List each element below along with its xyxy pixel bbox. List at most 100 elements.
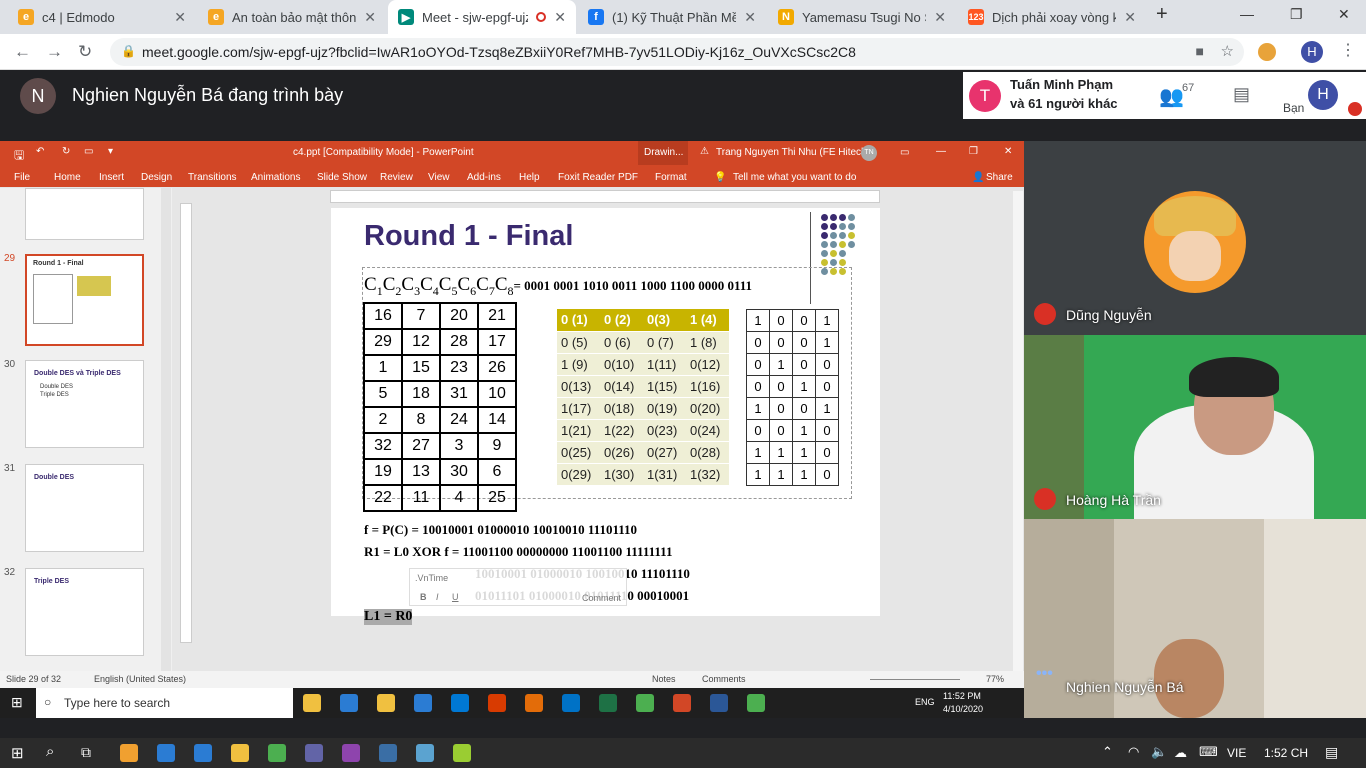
volume-icon[interactable]: 🔈 bbox=[1151, 744, 1167, 760]
slide-thumb-30[interactable]: Double DES và Triple DES Double DES Trip… bbox=[25, 360, 144, 448]
keyboard-icon[interactable]: ⌨ bbox=[1199, 744, 1218, 760]
notes-button[interactable]: Notes bbox=[652, 674, 676, 684]
extension-icon[interactable] bbox=[1258, 43, 1276, 61]
windows-start-icon[interactable]: ⊞ bbox=[11, 694, 23, 711]
taskbar-search[interactable]: ○ Type here to search bbox=[36, 688, 293, 718]
task-view-icon[interactable]: ⧉ bbox=[81, 744, 91, 761]
ppt-close-button[interactable]: ✕ bbox=[1004, 146, 1012, 157]
search-icon[interactable]: ⌕ bbox=[46, 743, 54, 760]
new-tab-button[interactable]: + bbox=[1156, 3, 1168, 26]
menu-addins[interactable]: Add-ins bbox=[467, 172, 501, 183]
mail-icon[interactable] bbox=[451, 694, 469, 712]
app-icon[interactable] bbox=[453, 744, 471, 762]
notifications-icon[interactable]: ▤ bbox=[1325, 744, 1338, 761]
chat-icon[interactable]: ▤ bbox=[1233, 84, 1250, 105]
menu-home[interactable]: Home bbox=[54, 172, 81, 183]
star-icon[interactable]: ☆ bbox=[1221, 42, 1234, 60]
camera-icon[interactable]: ■ bbox=[1196, 43, 1204, 59]
app-icon[interactable] bbox=[379, 744, 397, 762]
mini-toolbar[interactable]: .VnTime B I U Comment bbox=[409, 568, 627, 606]
share-button[interactable]: Share bbox=[986, 172, 1013, 183]
drawing-tools-tab[interactable]: Drawin... bbox=[638, 141, 688, 165]
participant-tile-1[interactable]: Dũng Nguyễn bbox=[1024, 141, 1366, 335]
wifi-icon[interactable]: ◠ bbox=[1128, 744, 1139, 760]
reload-icon[interactable]: ↻ bbox=[78, 42, 92, 62]
browser-tab-4[interactable]: f (1) Kỹ Thuật Phần Mềm ✕ bbox=[578, 0, 766, 34]
store-icon[interactable] bbox=[120, 744, 138, 762]
chrome-icon[interactable] bbox=[268, 744, 286, 762]
menu-transitions[interactable]: Transitions bbox=[188, 172, 237, 183]
menu-help[interactable]: Help bbox=[519, 172, 540, 183]
teams-icon[interactable] bbox=[305, 744, 323, 762]
menu-foxit[interactable]: Foxit Reader PDF bbox=[558, 172, 638, 183]
menu-view[interactable]: View bbox=[428, 172, 450, 183]
menu-insert[interactable]: Insert bbox=[99, 172, 124, 183]
bold-icon[interactable]: B bbox=[420, 592, 427, 602]
sublime-icon[interactable] bbox=[525, 694, 543, 712]
font-select[interactable]: .VnTime bbox=[415, 573, 448, 583]
menu-review[interactable]: Review bbox=[380, 172, 413, 183]
close-icon[interactable]: ✕ bbox=[934, 9, 946, 26]
browser-tab-1[interactable]: e c4 | Edmodo ✕ bbox=[8, 0, 196, 34]
task-view-icon[interactable] bbox=[303, 694, 321, 712]
editor-scrollbar[interactable] bbox=[1013, 191, 1023, 671]
menu-file[interactable]: File bbox=[14, 172, 30, 183]
outlook-icon[interactable] bbox=[562, 694, 580, 712]
windows-start-icon[interactable]: ⊞ bbox=[11, 744, 24, 762]
present-icon[interactable]: ▭ bbox=[84, 146, 93, 157]
visual-studio-icon[interactable] bbox=[342, 744, 360, 762]
browser-tab-3-active[interactable]: ▶ Meet - sjw-epgf-ujz ✕ bbox=[388, 0, 576, 34]
close-icon[interactable]: ✕ bbox=[744, 9, 756, 26]
menu-animations[interactable]: Animations bbox=[251, 172, 300, 183]
browser-tab-6[interactable]: 123 Dịch phải xoay vòng k ✕ bbox=[958, 0, 1146, 34]
menu-design[interactable]: Design bbox=[141, 172, 172, 183]
url-input[interactable]: 🔒 meet.google.com/sjw-epgf-ujz?fbclid=Iw… bbox=[110, 38, 1244, 66]
edge-icon[interactable] bbox=[194, 744, 212, 762]
zoom-level[interactable]: 77% bbox=[986, 674, 1004, 684]
chrome-icon[interactable] bbox=[636, 694, 654, 712]
cube-icon[interactable] bbox=[416, 744, 434, 762]
comments-button[interactable]: Comments bbox=[702, 674, 746, 684]
undo-icon[interactable]: ↶ bbox=[36, 146, 44, 157]
browser-tab-2[interactable]: e An toàn bảo mật thông ✕ bbox=[198, 0, 386, 34]
close-icon[interactable]: ✕ bbox=[554, 9, 566, 26]
ppt-minimize-button[interactable]: — bbox=[936, 146, 946, 157]
back-icon[interactable]: ← bbox=[14, 42, 31, 62]
input-language[interactable]: VIE bbox=[1227, 746, 1246, 760]
minimize-button[interactable]: — bbox=[1240, 6, 1254, 22]
clock-time[interactable]: 11:52 PM bbox=[943, 691, 981, 701]
participant-tile-2[interactable]: Hoàng Hà Trần bbox=[1024, 335, 1366, 519]
thumb-scrollbar[interactable] bbox=[161, 188, 171, 671]
language-status[interactable]: English (United States) bbox=[94, 674, 186, 684]
chevron-up-icon[interactable]: ⌃ bbox=[1102, 744, 1113, 760]
ppt-maximize-button[interactable]: ❐ bbox=[969, 146, 978, 157]
word-icon[interactable] bbox=[710, 694, 728, 712]
new-comment-button[interactable]: Comment bbox=[582, 593, 621, 603]
slide-thumb-31[interactable]: Double DES bbox=[25, 464, 144, 552]
chrome-icon[interactable] bbox=[747, 694, 765, 712]
ribbon-display-icon[interactable]: ▭ bbox=[900, 147, 909, 158]
mail-icon[interactable] bbox=[157, 744, 175, 762]
user-avatar[interactable]: TN bbox=[861, 145, 877, 161]
italic-icon[interactable]: I bbox=[436, 592, 439, 602]
people-icon[interactable]: 👥 bbox=[1159, 84, 1184, 109]
maximize-button[interactable]: ❐ bbox=[1290, 6, 1303, 23]
folder-icon[interactable] bbox=[231, 744, 249, 762]
forward-icon[interactable]: → bbox=[46, 42, 63, 62]
browser-tab-5[interactable]: N Yamemasu Tsugi No Sh✕ bbox=[768, 0, 956, 34]
slide-thumb-29[interactable]: Round 1 - Final bbox=[25, 254, 144, 346]
clock-time[interactable]: 1:52 CH bbox=[1264, 746, 1308, 760]
slide-thumb-32[interactable]: Triple DES bbox=[25, 568, 144, 656]
excel-icon[interactable] bbox=[599, 694, 617, 712]
menu-slideshow[interactable]: Slide Show bbox=[317, 172, 367, 183]
close-window-button[interactable]: ✕ bbox=[1338, 6, 1350, 23]
profile-avatar[interactable]: H bbox=[1301, 41, 1323, 63]
powerpoint-icon[interactable] bbox=[673, 694, 691, 712]
underline-icon[interactable]: U bbox=[452, 592, 459, 602]
slide-thumb-28[interactable] bbox=[25, 188, 144, 240]
clock-date[interactable]: 4/10/2020 bbox=[943, 704, 983, 714]
close-icon[interactable]: ✕ bbox=[1124, 9, 1136, 26]
menu-icon[interactable]: ⋮ bbox=[1340, 40, 1356, 60]
close-icon[interactable]: ✕ bbox=[174, 9, 186, 26]
customize-icon[interactable]: ▾ bbox=[108, 146, 113, 157]
